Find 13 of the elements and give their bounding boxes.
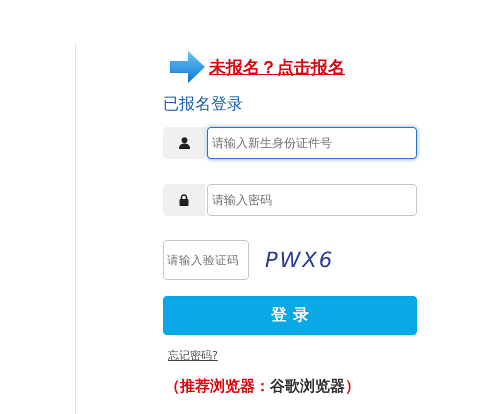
arrow-icon bbox=[168, 50, 206, 84]
captcha-field[interactable]: 请输入验证码 bbox=[163, 240, 249, 280]
note-label: （推荐浏览器： bbox=[165, 377, 270, 395]
note-bracket: ） bbox=[345, 377, 360, 395]
forgot-password-link[interactable]: 忘记密码? bbox=[168, 348, 218, 363]
captcha-image[interactable]: PWX6 bbox=[265, 248, 334, 272]
input-field[interactable]: 请输入密码 bbox=[207, 184, 417, 216]
login-heading: 已报名登录 bbox=[163, 94, 244, 115]
lock-icon bbox=[179, 194, 189, 206]
input-field[interactable]: 请输入新生身份证件号 bbox=[207, 127, 417, 159]
user-icon bbox=[178, 137, 190, 149]
register-link[interactable]: 未报名？点击报名 bbox=[209, 56, 345, 78]
browser-name: 谷歌浏览器 bbox=[270, 377, 345, 395]
